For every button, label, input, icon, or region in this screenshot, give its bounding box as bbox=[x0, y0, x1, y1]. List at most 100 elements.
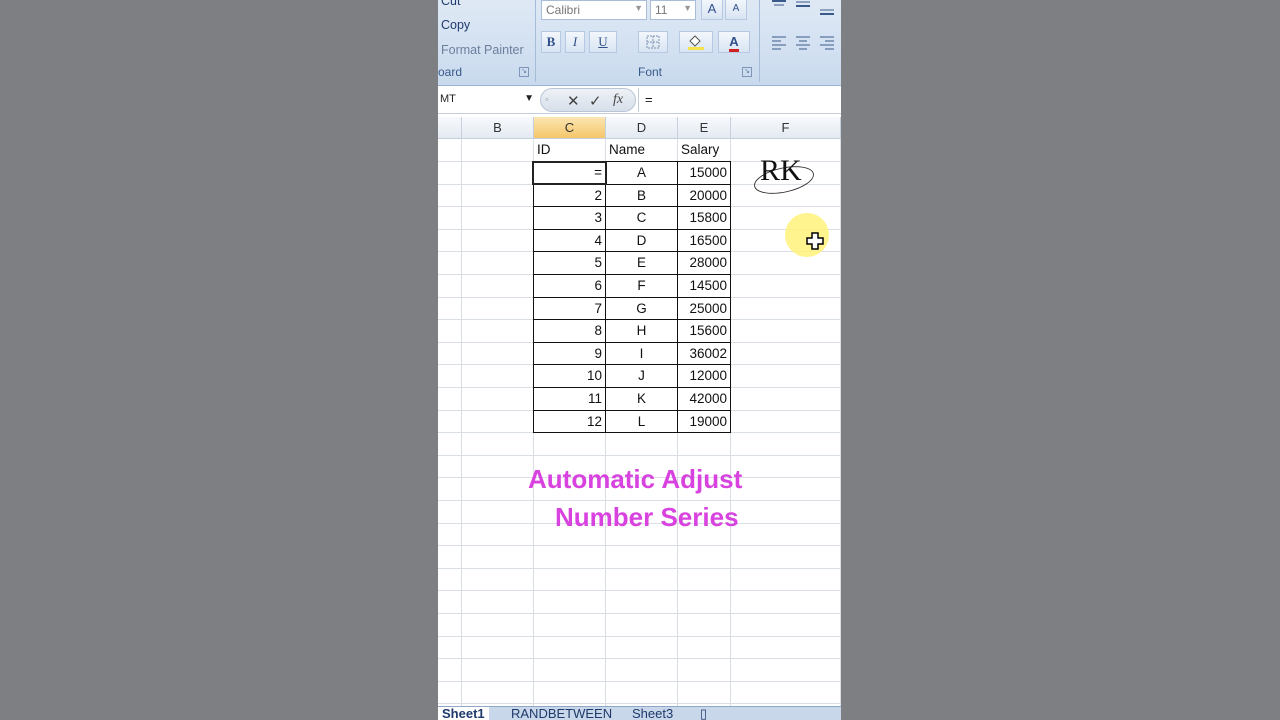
font-group: Calibri ▼ 11 ▼ A A B I U A Font ↘ bbox=[538, 0, 758, 84]
cut-button[interactable]: Cut bbox=[441, 0, 460, 8]
cell-name[interactable]: A bbox=[606, 162, 677, 184]
borders-button[interactable] bbox=[638, 31, 668, 53]
cell-salary[interactable]: 20000 bbox=[678, 185, 730, 207]
column-header-c[interactable]: C bbox=[534, 117, 606, 139]
grid-line bbox=[438, 703, 841, 704]
font-name-value: Calibri bbox=[546, 3, 581, 17]
column-header-partial[interactable] bbox=[438, 117, 462, 139]
cell-salary[interactable]: 25000 bbox=[678, 298, 730, 320]
cell-salary[interactable]: 28000 bbox=[678, 252, 730, 274]
copy-button[interactable]: Copy bbox=[441, 18, 470, 32]
insert-sheet-icon[interactable]: ▯ bbox=[700, 707, 707, 720]
column-header-e[interactable]: E bbox=[678, 117, 731, 139]
cell-name[interactable]: F bbox=[606, 275, 677, 297]
column-header-b[interactable]: B bbox=[462, 117, 534, 139]
cell-salary[interactable]: 15600 bbox=[678, 320, 730, 342]
cell-salary[interactable]: 15800 bbox=[678, 207, 730, 229]
font-color-icon: A bbox=[729, 34, 739, 52]
align-left-icon[interactable] bbox=[770, 34, 788, 50]
worksheet-grid[interactable]: ID Name Salary = A 15000 2 B 20000 3 C 15800 4 D 16… bbox=[438, 139, 841, 706]
align-bottom-icon[interactable] bbox=[818, 4, 836, 18]
italic-button[interactable]: I bbox=[565, 31, 585, 53]
cell-id[interactable]: 4 bbox=[534, 230, 605, 252]
cell-salary[interactable]: 42000 bbox=[678, 388, 730, 410]
cell-id[interactable]: 7 bbox=[534, 298, 605, 320]
ribbon-separator bbox=[535, 0, 536, 82]
sheet-tab-sheet1[interactable]: Sheet1 bbox=[438, 707, 489, 720]
cell-id[interactable]: 3 bbox=[534, 207, 605, 229]
align-middle-icon[interactable] bbox=[794, 0, 812, 12]
font-name-combo[interactable]: Calibri ▼ bbox=[541, 0, 647, 20]
name-box[interactable]: MT ▼ bbox=[438, 90, 536, 110]
header-name[interactable]: Name bbox=[606, 139, 677, 161]
clipboard-group-label: oard bbox=[438, 65, 463, 79]
formula-input[interactable]: = bbox=[638, 88, 841, 112]
grid-line bbox=[438, 500, 841, 501]
cell-salary[interactable]: 19000 bbox=[678, 411, 730, 433]
sheet-tab-randbetween[interactable]: RANDBETWEEN bbox=[511, 707, 612, 720]
cell-salary[interactable]: 12000 bbox=[678, 365, 730, 387]
align-center-icon[interactable] bbox=[794, 34, 812, 50]
align-top-icon[interactable] bbox=[770, 0, 788, 12]
borders-icon bbox=[646, 35, 660, 49]
cell-name[interactable]: H bbox=[606, 320, 677, 342]
cell-id[interactable]: 11 bbox=[534, 388, 605, 410]
cell-salary[interactable]: 15000 bbox=[678, 162, 730, 184]
cell-name[interactable]: D bbox=[606, 230, 677, 252]
cell-name[interactable]: L bbox=[606, 411, 677, 433]
grid-line bbox=[438, 681, 841, 682]
bold-button[interactable]: B bbox=[541, 31, 561, 53]
column-header-d[interactable]: D bbox=[606, 117, 678, 139]
cell-name[interactable]: G bbox=[606, 298, 677, 320]
cell-id[interactable]: 10 bbox=[534, 365, 605, 387]
chevron-down-icon: ▼ bbox=[683, 3, 692, 13]
cell-cursor-icon bbox=[806, 232, 824, 250]
grid-line bbox=[461, 139, 462, 706]
grow-font-button[interactable]: A bbox=[701, 0, 723, 20]
header-id[interactable]: ID bbox=[534, 139, 605, 161]
cell-salary[interactable]: 14500 bbox=[678, 275, 730, 297]
sheet-tabs-bar: Sheet1 RANDBETWEEN Sheet3 ▯ bbox=[438, 706, 841, 720]
align-right-icon[interactable] bbox=[818, 34, 836, 50]
font-launcher-icon[interactable]: ↘ bbox=[742, 67, 752, 77]
ribbon-separator bbox=[759, 0, 760, 82]
clipboard-launcher-icon[interactable]: ↘ bbox=[519, 67, 529, 77]
cell-name[interactable]: C bbox=[606, 207, 677, 229]
font-size-combo[interactable]: 11 ▼ bbox=[650, 0, 696, 20]
format-painter-button[interactable]: Format Painter bbox=[441, 43, 524, 57]
chevron-down-icon[interactable]: ▼ bbox=[524, 93, 534, 104]
cell-id[interactable]: 8 bbox=[534, 320, 605, 342]
grid-line bbox=[438, 658, 841, 659]
cell-name[interactable]: B bbox=[606, 185, 677, 207]
cell-name[interactable]: I bbox=[606, 343, 677, 365]
formula-buttons: ◦ ✕ ✓ fx bbox=[540, 88, 636, 112]
cell-name[interactable]: E bbox=[606, 252, 677, 274]
name-box-value: MT bbox=[440, 93, 456, 105]
cell-id[interactable]: 9 bbox=[534, 343, 605, 365]
insert-function-icon[interactable]: fx bbox=[613, 92, 623, 108]
cell-id[interactable]: 2 bbox=[534, 185, 605, 207]
grid-line bbox=[438, 590, 841, 591]
clipboard-group: Cut Copy Format Painter oard ↘ bbox=[438, 0, 534, 84]
cell-id[interactable]: 5 bbox=[534, 252, 605, 274]
grip-icon: ◦ bbox=[545, 94, 549, 106]
fill-color-button[interactable] bbox=[679, 31, 713, 53]
sheet-tab-sheet3[interactable]: Sheet3 bbox=[632, 707, 673, 720]
cell-id[interactable]: 12 bbox=[534, 411, 605, 433]
cell-name[interactable]: J bbox=[606, 365, 677, 387]
underline-button[interactable]: U bbox=[589, 31, 617, 53]
shrink-font-button[interactable]: A bbox=[725, 0, 747, 20]
column-header-f[interactable]: F bbox=[731, 117, 841, 139]
cell-name[interactable]: K bbox=[606, 388, 677, 410]
font-color-button[interactable]: A bbox=[718, 31, 750, 53]
enter-icon[interactable]: ✓ bbox=[589, 92, 602, 110]
font-group-label: Font bbox=[638, 65, 663, 79]
cell-id[interactable]: 6 bbox=[534, 275, 605, 297]
cancel-icon[interactable]: ✕ bbox=[567, 92, 580, 110]
cell-salary[interactable]: 36002 bbox=[678, 343, 730, 365]
cell-id[interactable]: = bbox=[534, 162, 605, 184]
cell-salary[interactable]: 16500 bbox=[678, 230, 730, 252]
header-salary[interactable]: Salary bbox=[678, 139, 730, 161]
formula-bar: MT ▼ ◦ ✕ ✓ fx = bbox=[438, 86, 841, 114]
grid-line bbox=[438, 545, 841, 546]
